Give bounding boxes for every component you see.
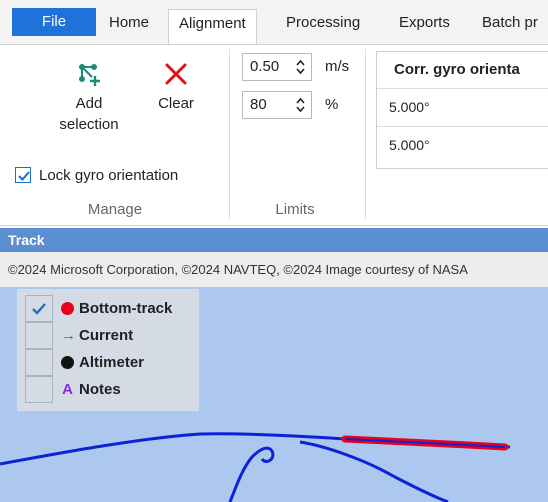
clear-label: Clear — [158, 95, 194, 112]
close-icon — [165, 63, 187, 85]
tab-processing[interactable]: Processing — [276, 9, 370, 44]
group-divider — [365, 49, 366, 219]
legend-label: Bottom-track — [79, 300, 173, 317]
lock-gyro-check-box[interactable] — [15, 167, 31, 183]
speed-limit-stepper[interactable]: 0.50 — [242, 53, 312, 81]
legend-checkbox[interactable] — [25, 295, 53, 322]
notes-icon: A — [62, 381, 73, 398]
clear-button[interactable]: Clear — [142, 59, 210, 114]
legend-item-current[interactable]: → Current — [25, 322, 133, 349]
checkmark-icon — [32, 302, 46, 315]
checkmark-icon — [18, 171, 30, 181]
gyro-orientation-table: Corr. gyro orienta 5.000° 5.000° — [376, 51, 548, 169]
track-panel-title: Track — [0, 228, 548, 252]
legend-label: Altimeter — [79, 354, 145, 371]
green-arrow-icon: → — [61, 327, 76, 344]
table-row[interactable]: 5.000° — [377, 89, 548, 127]
manage-group-label: Manage — [87, 201, 143, 218]
speed-unit: m/s — [325, 58, 350, 75]
percent-limit-value: 80 — [250, 96, 267, 113]
legend-checkbox[interactable] — [25, 322, 53, 349]
add-selection-label-line1: Add — [75, 95, 103, 112]
legend-checkbox[interactable] — [25, 376, 53, 403]
add-selection-icon — [79, 64, 100, 86]
tab-file[interactable]: File — [12, 8, 96, 36]
tab-alignment[interactable]: Alignment — [168, 9, 257, 45]
legend-label: Notes — [79, 381, 121, 398]
table-header[interactable]: Corr. gyro orienta — [377, 52, 548, 89]
tab-home[interactable]: Home — [99, 9, 159, 44]
ribbon-panel: Add selection Clear Lock gyro orientatio… — [0, 44, 548, 226]
add-selection-label-line2: selection — [59, 116, 119, 133]
add-selection-button[interactable]: Add selection — [44, 59, 134, 135]
percent-unit: % — [325, 96, 339, 113]
ribbon-tab-bar: File Home Alignment Processing Exports B… — [0, 0, 548, 45]
lock-gyro-label: Lock gyro orientation — [39, 166, 179, 184]
legend-item-bottom-track[interactable]: Bottom-track — [25, 295, 172, 322]
black-dot-icon — [61, 356, 74, 369]
lock-gyro-orientation-checkbox[interactable]: Lock gyro orientation — [15, 164, 178, 186]
group-divider — [229, 49, 230, 219]
legend-item-altimeter[interactable]: Altimeter — [25, 349, 144, 376]
track-map[interactable]: Bottom-track → Current Altimeter A Notes — [0, 287, 548, 502]
spin-arrows-icon[interactable] — [296, 97, 305, 113]
percent-limit-stepper[interactable]: 80 — [242, 91, 312, 119]
table-row[interactable]: 5.000° — [377, 127, 548, 165]
speed-limit-value: 0.50 — [250, 58, 280, 75]
tab-exports[interactable]: Exports — [389, 9, 460, 44]
legend-checkbox[interactable] — [25, 349, 53, 376]
red-dot-icon — [61, 302, 74, 315]
legend-label: Current — [79, 327, 134, 344]
limits-group-label: Limits — [275, 201, 315, 218]
spin-arrows-icon[interactable] — [296, 59, 305, 75]
map-legend: Bottom-track → Current Altimeter A Notes — [17, 289, 199, 411]
legend-item-notes[interactable]: A Notes — [25, 376, 121, 403]
tab-batch[interactable]: Batch pr — [472, 9, 548, 44]
map-copyright: ©2024 Microsoft Corporation, ©2024 NAVTE… — [0, 252, 548, 287]
